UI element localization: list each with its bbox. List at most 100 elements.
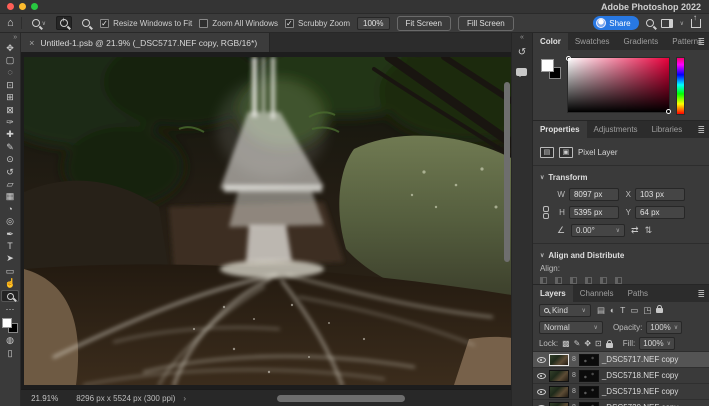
- search-icon[interactable]: [646, 19, 654, 27]
- align-section-header[interactable]: ∨ Align and Distribute: [540, 248, 702, 262]
- panel-menu-icon[interactable]: ≣: [697, 289, 705, 300]
- tab-adjustments[interactable]: Adjustments: [587, 121, 645, 138]
- filter-adjustment-layers-icon[interactable]: ◐: [610, 305, 615, 316]
- filter-shape-layers-icon[interactable]: ▭: [630, 305, 638, 316]
- visibility-eye-icon[interactable]: [537, 389, 546, 395]
- document-viewport[interactable]: [21, 52, 511, 389]
- tool-shape[interactable]: ▭: [1, 265, 19, 277]
- tab-properties[interactable]: Properties: [533, 121, 587, 138]
- tool-gradient[interactable]: ▦: [1, 191, 19, 203]
- screen-mode-button[interactable]: ▯: [1, 347, 19, 359]
- fit-screen-button[interactable]: Fit Screen: [397, 16, 451, 31]
- status-zoom-level[interactable]: 21.91%: [31, 394, 58, 403]
- lock-position-icon[interactable]: ✥: [584, 339, 591, 348]
- tool-brush[interactable]: ✎: [1, 141, 19, 153]
- flip-horizontal-icon[interactable]: ⇄: [631, 225, 639, 236]
- workspace-icon[interactable]: [661, 19, 673, 28]
- tool-marquee[interactable]: ▢: [1, 54, 19, 66]
- zoom-out-button[interactable]: −: [79, 17, 93, 29]
- flip-vertical-icon[interactable]: ⇅: [645, 225, 653, 236]
- tool-type[interactable]: T: [1, 240, 19, 252]
- mask-thumbnail[interactable]: [579, 370, 599, 382]
- tool-object-selection[interactable]: ⊡: [1, 79, 19, 91]
- layer-row[interactable]: 8 _DSC5718.NEF copy: [533, 368, 709, 384]
- transform-section-header[interactable]: ∨ Transform: [540, 170, 702, 184]
- layer-row[interactable]: 8 _DSC5720.NEF copy: [533, 400, 709, 406]
- tool-pen[interactable]: ✒: [1, 228, 19, 240]
- fill-select[interactable]: 100%∨: [639, 337, 675, 350]
- zoom-tool-preset[interactable]: ∨: [29, 17, 49, 29]
- layer-thumbnail[interactable]: [549, 354, 569, 366]
- tool-blur[interactable]: ◔: [1, 203, 19, 215]
- upload-icon[interactable]: [691, 19, 701, 28]
- tool-dodge[interactable]: ◎: [1, 215, 19, 227]
- layer-thumbnail[interactable]: [549, 370, 569, 382]
- minimize-window-button[interactable]: [19, 3, 26, 10]
- tool-frame[interactable]: ⊠: [1, 104, 19, 116]
- filter-kind-select[interactable]: Kind∨: [539, 304, 591, 317]
- collapse-toolbar-icon[interactable]: »: [13, 34, 20, 41]
- rotation-input[interactable]: 0.00°∨: [571, 224, 625, 237]
- tool-crop[interactable]: ⊞: [1, 92, 19, 104]
- fill-screen-button[interactable]: Fill Screen: [458, 16, 514, 31]
- tab-gradients[interactable]: Gradients: [617, 33, 666, 50]
- visibility-eye-icon[interactable]: [537, 357, 546, 363]
- tool-clone-stamp[interactable]: ⊙: [1, 154, 19, 166]
- zoom-all-windows-checkbox[interactable]: Zoom All Windows: [199, 19, 278, 28]
- tab-channels[interactable]: Channels: [573, 285, 621, 302]
- waterfall-photo[interactable]: [24, 57, 511, 385]
- height-input[interactable]: 5395 px: [569, 206, 619, 219]
- link-dimensions-icon[interactable]: [540, 186, 552, 239]
- layer-name[interactable]: _DSC5719.NEF copy: [602, 387, 678, 396]
- home-icon[interactable]: ⌂: [7, 18, 14, 28]
- color-swatches[interactable]: [2, 318, 18, 333]
- close-window-button[interactable]: [7, 3, 14, 10]
- foreground-color-swatch[interactable]: [2, 318, 12, 328]
- mask-thumbnail[interactable]: [579, 386, 599, 398]
- lock-all-icon[interactable]: [606, 343, 613, 348]
- filter-lock-icon[interactable]: [656, 308, 663, 313]
- close-tab-icon[interactable]: ×: [29, 38, 34, 48]
- tab-swatches[interactable]: Swatches: [568, 33, 617, 50]
- horizontal-scrollbar[interactable]: [277, 395, 405, 402]
- document-tab[interactable]: × Untitled-1.psb @ 21.9% (_DSC5717.NEF c…: [21, 33, 270, 52]
- saturation-brightness-picker[interactable]: [567, 57, 670, 113]
- lock-artboard-icon[interactable]: ⊡: [595, 339, 602, 348]
- x-input[interactable]: 103 px: [635, 188, 685, 201]
- tool-lasso[interactable]: ◌: [1, 67, 19, 79]
- color-picker-cursor[interactable]: [566, 56, 571, 61]
- vertical-scrollbar[interactable]: [504, 82, 510, 262]
- width-input[interactable]: 8097 px: [569, 188, 619, 201]
- zoom-window-button[interactable]: [31, 3, 38, 10]
- zoom-in-button[interactable]: +: [56, 16, 72, 30]
- foreground-color-swatch[interactable]: [541, 59, 554, 72]
- layer-thumbnail[interactable]: [549, 386, 569, 398]
- color-swatches[interactable]: [541, 59, 561, 79]
- quick-mask-button[interactable]: ◍: [1, 335, 19, 347]
- tool-eraser[interactable]: ▱: [1, 178, 19, 190]
- layer-name[interactable]: _DSC5717.NEF copy: [602, 355, 678, 364]
- tab-color[interactable]: Color: [533, 33, 568, 50]
- expand-dock-icon[interactable]: «: [520, 34, 524, 41]
- layer-row[interactable]: 8 _DSC5717.NEF copy: [533, 352, 709, 368]
- tab-libraries[interactable]: Libraries: [645, 121, 690, 138]
- layer-name[interactable]: _DSC5718.NEF copy: [602, 371, 678, 380]
- hue-slider[interactable]: [676, 57, 685, 115]
- tool-healing-brush[interactable]: ✚: [1, 129, 19, 141]
- mask-thumbnail[interactable]: [579, 402, 599, 406]
- tool-move[interactable]: ✥: [1, 42, 19, 54]
- tool-history-brush[interactable]: ↺: [1, 166, 19, 178]
- lock-paint-icon[interactable]: ✎: [574, 339, 581, 348]
- share-button[interactable]: Share: [593, 16, 638, 30]
- tool-hand[interactable]: ☝: [1, 277, 19, 289]
- edit-toolbar-button[interactable]: ⋯: [1, 303, 19, 315]
- tool-eyedropper[interactable]: ✑: [1, 116, 19, 128]
- mask-thumbnail[interactable]: [579, 354, 599, 366]
- opacity-select[interactable]: 100%∨: [646, 321, 682, 334]
- tab-layers[interactable]: Layers: [533, 285, 573, 302]
- lock-transparency-icon[interactable]: ▩: [562, 339, 570, 348]
- y-input[interactable]: 64 px: [635, 206, 685, 219]
- panel-menu-icon[interactable]: ≣: [697, 125, 705, 136]
- comments-panel-icon[interactable]: [514, 65, 529, 79]
- filter-pixel-layers-icon[interactable]: ▤: [597, 305, 605, 316]
